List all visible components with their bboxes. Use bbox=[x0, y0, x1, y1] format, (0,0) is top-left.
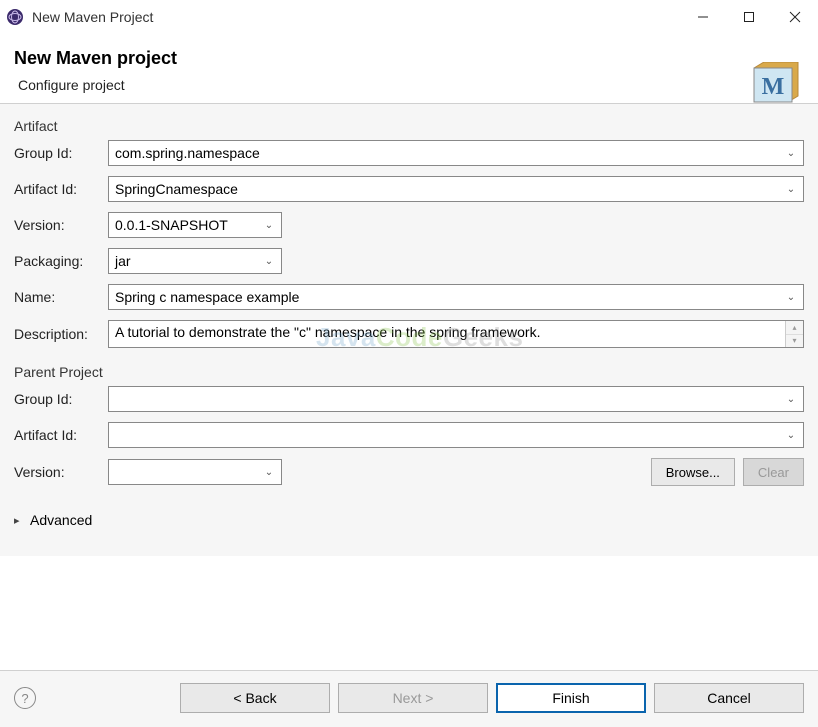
titlebar: New Maven Project bbox=[0, 0, 818, 34]
maven-icon: M bbox=[750, 62, 802, 104]
next-button[interactable]: Next > bbox=[338, 683, 488, 713]
artifact-group: Artifact Group Id: com.spring.namespace … bbox=[14, 114, 804, 348]
close-button[interactable] bbox=[772, 1, 818, 33]
svg-text:M: M bbox=[762, 74, 785, 100]
group-id-field[interactable]: com.spring.namespace ⌄ bbox=[108, 140, 804, 166]
triangle-right-icon: ▸ bbox=[14, 514, 26, 527]
parent-legend: Parent Project bbox=[14, 360, 804, 386]
description-label: Description: bbox=[14, 326, 108, 342]
chevron-down-icon: ⌄ bbox=[785, 430, 797, 441]
name-label: Name: bbox=[14, 289, 108, 305]
wizard-header: New Maven project Configure project M bbox=[0, 34, 818, 104]
packaging-label: Packaging: bbox=[14, 253, 108, 269]
advanced-label: Advanced bbox=[30, 512, 92, 528]
eclipse-icon bbox=[6, 8, 24, 26]
chevron-down-icon: ⌄ bbox=[785, 184, 797, 195]
chevron-down-icon: ⌄ bbox=[785, 394, 797, 405]
name-field[interactable]: Spring c namespace example ⌄ bbox=[108, 284, 804, 310]
version-value: 0.0.1-SNAPSHOT bbox=[115, 217, 228, 233]
chevron-down-icon: ⌄ bbox=[263, 256, 275, 267]
page-subtitle: Configure project bbox=[18, 77, 800, 93]
group-id-value: com.spring.namespace bbox=[115, 145, 260, 161]
help-icon[interactable]: ? bbox=[14, 687, 36, 709]
page-title: New Maven project bbox=[14, 48, 800, 69]
chevron-down-icon: ⌄ bbox=[263, 220, 275, 231]
parent-group-id-label: Group Id: bbox=[14, 391, 108, 407]
advanced-toggle[interactable]: ▸ Advanced bbox=[14, 498, 804, 556]
version-label: Version: bbox=[14, 217, 108, 233]
artifact-id-field[interactable]: SpringCnamespace ⌄ bbox=[108, 176, 804, 202]
chevron-down-icon: ⌄ bbox=[785, 148, 797, 159]
name-value: Spring c namespace example bbox=[115, 289, 299, 305]
minimize-button[interactable] bbox=[680, 1, 726, 33]
packaging-field[interactable]: jar ⌄ bbox=[108, 248, 282, 274]
back-button[interactable]: < Back bbox=[180, 683, 330, 713]
browse-button[interactable]: Browse... bbox=[651, 458, 735, 486]
chevron-down-icon: ⌄ bbox=[785, 292, 797, 303]
parent-group-id-field[interactable]: ⌄ bbox=[108, 386, 804, 412]
spinner-down-icon[interactable]: ▾ bbox=[786, 335, 803, 348]
finish-button[interactable]: Finish bbox=[496, 683, 646, 713]
parent-artifact-id-field[interactable]: ⌄ bbox=[108, 422, 804, 448]
window-controls bbox=[680, 1, 818, 33]
artifact-id-label: Artifact Id: bbox=[14, 181, 108, 197]
artifact-id-value: SpringCnamespace bbox=[115, 181, 238, 197]
parent-version-field[interactable]: ⌄ bbox=[108, 459, 282, 485]
spinner-up-icon[interactable]: ▴ bbox=[786, 321, 803, 335]
description-value: A tutorial to demonstrate the "c" namesp… bbox=[109, 321, 785, 347]
packaging-value: jar bbox=[115, 253, 131, 269]
clear-button[interactable]: Clear bbox=[743, 458, 804, 486]
cancel-button[interactable]: Cancel bbox=[654, 683, 804, 713]
description-spinners: ▴ ▾ bbox=[785, 321, 803, 347]
chevron-down-icon: ⌄ bbox=[263, 467, 275, 478]
version-field[interactable]: 0.0.1-SNAPSHOT ⌄ bbox=[108, 212, 282, 238]
window-title: New Maven Project bbox=[32, 9, 153, 25]
description-field[interactable]: A tutorial to demonstrate the "c" namesp… bbox=[108, 320, 804, 348]
wizard-footer: ? < Back Next > Finish Cancel bbox=[0, 670, 818, 727]
parent-project-group: Parent Project Group Id: ⌄ Artifact Id: … bbox=[14, 360, 804, 486]
content-area: Artifact Group Id: com.spring.namespace … bbox=[0, 104, 818, 556]
maximize-button[interactable] bbox=[726, 1, 772, 33]
artifact-legend: Artifact bbox=[14, 114, 804, 140]
group-id-label: Group Id: bbox=[14, 145, 108, 161]
parent-artifact-id-label: Artifact Id: bbox=[14, 427, 108, 443]
parent-version-label: Version: bbox=[14, 464, 108, 480]
